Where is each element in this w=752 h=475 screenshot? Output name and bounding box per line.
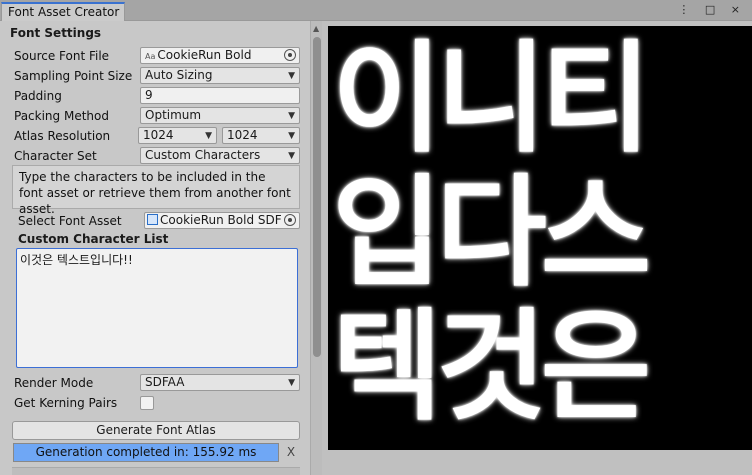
row-padding: Padding 9 [14, 87, 304, 105]
row-render-mode: Render Mode SDFAA ▼ [14, 374, 304, 392]
atlas-height-value: 1024 [227, 128, 258, 142]
window-menu-icons[interactable]: ⋮ □ × [678, 3, 746, 16]
atlas-resolution-label: Atlas Resolution [14, 129, 111, 143]
tab-font-asset-creator[interactable]: Font Asset Creator [1, 2, 125, 21]
chevron-down-icon: ▼ [288, 151, 295, 161]
progress-text: Generation completed in: 155.92 ms [35, 445, 257, 459]
atlas-height-dropdown[interactable]: 1024 ▼ [222, 127, 300, 144]
row-kerning-pairs: Get Kerning Pairs [14, 394, 304, 412]
character-set-dropdown[interactable]: Custom Characters ▼ [140, 147, 300, 164]
chevron-down-icon: ▼ [205, 131, 212, 141]
character-set-value: Custom Characters [145, 148, 261, 162]
chevron-up-icon[interactable]: ▲ [313, 24, 319, 33]
select-font-asset-label: Select Font Asset [18, 214, 122, 228]
source-font-file-label: Source Font File [14, 49, 110, 63]
atlas-width-dropdown[interactable]: 1024 ▼ [138, 127, 217, 144]
custom-character-list-label: Custom Character List [18, 232, 169, 246]
row-sampling-point-size: Sampling Point Size Auto Sizing ▼ [14, 67, 304, 85]
scrollbar-thumb[interactable] [313, 37, 321, 357]
padding-input[interactable]: 9 [140, 87, 300, 104]
custom-character-textarea[interactable]: 이것은 텍스트입니다!! [16, 248, 298, 368]
section-title: Font Settings [10, 26, 102, 40]
render-mode-dropdown[interactable]: SDFAA ▼ [140, 374, 300, 391]
row-packing-method: Packing Method Optimum ▼ [14, 107, 304, 125]
get-kerning-pairs-label: Get Kerning Pairs [14, 396, 118, 410]
character-set-label: Character Set [14, 149, 97, 163]
select-font-asset-value: CookieRun Bold SDF [160, 213, 282, 227]
chevron-down-icon: ▼ [288, 71, 295, 81]
render-mode-value: SDFAA [145, 375, 185, 389]
glyph-row: 입다스 [332, 164, 651, 303]
progress-bar: Generation completed in: 155.92 ms [13, 443, 279, 462]
source-font-value: CookieRun Bold [157, 48, 252, 62]
source-font-field[interactable]: Aa CookieRun Bold [140, 47, 300, 64]
row-select-font-asset: Select Font Asset CookieRun Bold SDF [18, 212, 304, 230]
generate-font-atlas-button[interactable]: Generate Font Atlas [12, 421, 300, 440]
row-source-font-file: Source Font File Aa CookieRun Bold [14, 47, 304, 65]
font-file-icon: Aa [145, 52, 156, 61]
atlas-preview: 이니티 입다스 텍것은 [328, 26, 752, 450]
packing-method-label: Packing Method [14, 109, 109, 123]
chevron-down-icon: ▼ [288, 131, 295, 141]
row-character-set: Character Set Custom Characters ▼ [14, 147, 304, 165]
panel-scrollbar[interactable]: ▲ [310, 21, 322, 475]
object-picker-icon[interactable] [284, 214, 296, 226]
select-font-asset-field[interactable]: CookieRun Bold SDF [144, 212, 300, 229]
atlas-width-value: 1024 [143, 128, 174, 142]
sampling-point-size-label: Sampling Point Size [14, 69, 133, 83]
settings-panel: Font Settings Source Font File Aa CookieR… [0, 21, 310, 475]
sampling-point-size-dropdown[interactable]: Auto Sizing ▼ [140, 67, 300, 84]
row-atlas-resolution: Atlas Resolution 1024 ▼ 1024 ▼ [14, 127, 304, 145]
glyph-row: 이니티 [332, 30, 651, 169]
kerning-pairs-checkbox[interactable] [140, 396, 154, 410]
padding-label: Padding [14, 89, 62, 103]
packing-method-value: Optimum [145, 108, 202, 122]
packing-method-dropdown[interactable]: Optimum ▼ [140, 107, 300, 124]
chevron-down-icon: ▼ [288, 378, 295, 388]
sampling-point-size-value: Auto Sizing [145, 68, 213, 82]
close-icon[interactable]: X [282, 443, 300, 462]
render-mode-label: Render Mode [14, 376, 94, 390]
glyph-row: 텍것은 [332, 298, 651, 437]
chevron-down-icon: ▼ [288, 111, 295, 121]
tab-bar: Font Asset Creator ⋮ □ × [0, 0, 752, 21]
font-asset-icon [147, 214, 158, 225]
help-text: Type the characters to be included in th… [12, 165, 300, 216]
panel-bottom-strip [12, 467, 300, 475]
object-picker-icon[interactable] [284, 49, 296, 61]
